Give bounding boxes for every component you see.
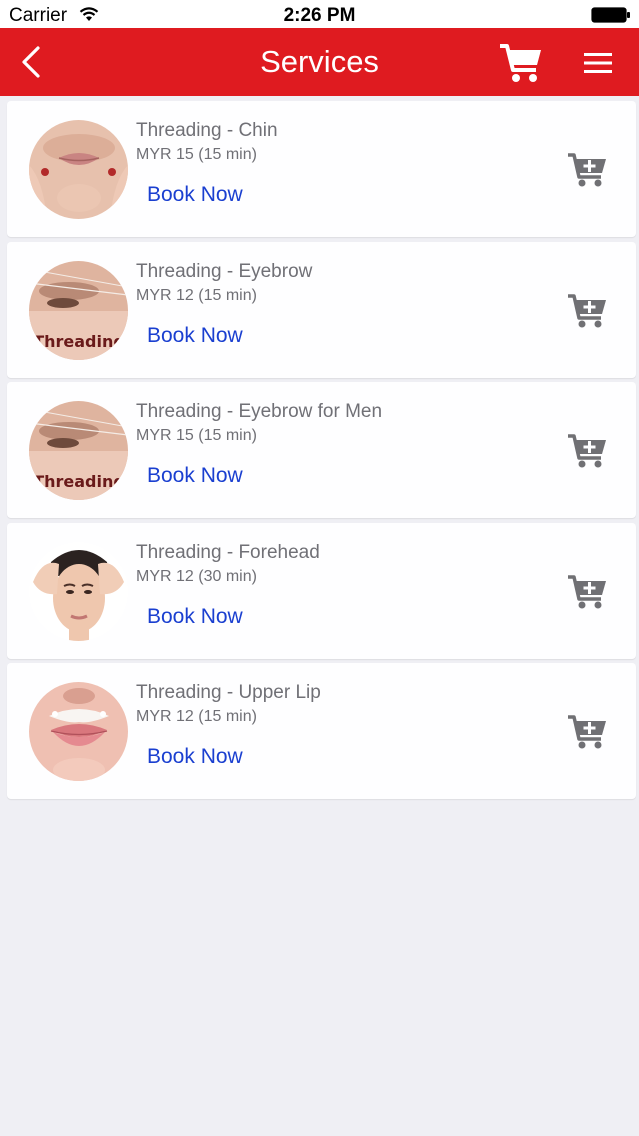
book-now-link[interactable]: Book Now <box>147 464 243 488</box>
book-now-link[interactable]: Book Now <box>147 183 243 207</box>
add-to-cart-icon[interactable] <box>567 433 607 469</box>
battery-icon <box>591 7 630 23</box>
service-price: MYR 12 (15 min) <box>136 286 257 304</box>
forehead-photo <box>29 541 128 641</box>
service-card[interactable]: Threading - Forehead MYR 12 (30 min) Boo… <box>7 522 636 659</box>
service-price: MYR 12 (30 min) <box>136 567 257 585</box>
service-card[interactable]: Threading Threading - Eyebrow MYR 12 (15… <box>7 241 636 378</box>
upper-lip-photo <box>29 682 128 781</box>
book-now-link[interactable]: Book Now <box>147 605 243 629</box>
service-name: Threading - Eyebrow for Men <box>136 401 383 422</box>
clock: 2:26 PM <box>283 5 356 26</box>
add-to-cart-icon[interactable] <box>567 293 607 329</box>
add-to-cart-icon[interactable] <box>567 152 607 188</box>
service-card[interactable]: Threading Threading - Eyebrow for Men MY… <box>7 382 636 518</box>
service-name: Threading - Forehead <box>136 541 320 563</box>
book-now-link[interactable]: Book Now <box>147 745 243 769</box>
book-now-link[interactable]: Book Now <box>147 324 243 348</box>
cart-icon[interactable] <box>498 42 544 84</box>
service-name: Threading - Chin <box>136 120 278 141</box>
navigation-bar: Services <box>0 28 639 96</box>
hamburger-menu-icon[interactable] <box>582 50 614 76</box>
service-price: MYR 12 (15 min) <box>136 708 257 725</box>
threading-caption: Threading <box>33 332 125 351</box>
service-name: Threading - Eyebrow <box>136 260 313 282</box>
add-to-cart-icon[interactable] <box>567 714 607 750</box>
status-bar: Carrier 2:26 PM <box>0 0 639 28</box>
eyebrow-photo: Threading <box>29 401 128 500</box>
threading-caption: Threading <box>33 472 125 491</box>
service-price: MYR 15 (15 min) <box>136 146 257 163</box>
service-price: MYR 15 (15 min) <box>136 427 257 444</box>
service-card[interactable]: Threading - Chin MYR 15 (15 min) Book No… <box>7 101 636 237</box>
service-name: Threading - Upper Lip <box>136 682 321 703</box>
add-to-cart-icon[interactable] <box>567 574 607 610</box>
services-list: Threading - Chin MYR 15 (15 min) Book No… <box>7 101 636 804</box>
service-card[interactable]: Threading - Upper Lip MYR 12 (15 min) Bo… <box>7 663 636 799</box>
eyebrow-photo: Threading <box>29 260 128 360</box>
chin-photo <box>29 120 128 219</box>
